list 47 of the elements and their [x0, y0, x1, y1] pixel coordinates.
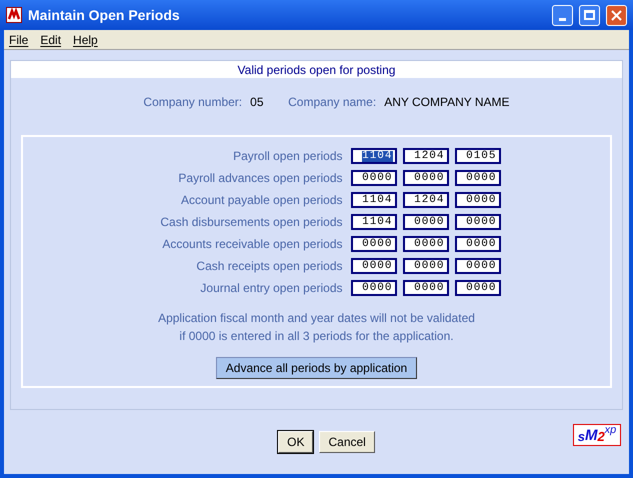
- period-field[interactable]: 0105: [454, 148, 500, 164]
- period-field[interactable]: 0000: [402, 214, 448, 230]
- period-field[interactable]: 0000: [350, 170, 396, 186]
- company-name: ANY COMPANY NAME: [384, 94, 510, 111]
- cancel-button[interactable]: Cancel: [319, 431, 375, 453]
- period-field[interactable]: 1204: [402, 192, 448, 208]
- menu-item[interactable]: Help: [73, 30, 98, 48]
- period-field[interactable]: 0000: [454, 258, 500, 274]
- period-field[interactable]: 1104: [350, 214, 396, 230]
- close-icon: [611, 10, 622, 20]
- period-label: Cash receipts open periods: [195, 258, 342, 275]
- company-number-label: Company number:: [143, 94, 242, 111]
- close-button[interactable]: [606, 4, 627, 26]
- note-text: if 0000 is entered in all 3 periods for the application.: [179, 328, 454, 345]
- company-name-label: Company name:: [288, 94, 376, 111]
- menu-item[interactable]: Edit: [40, 30, 62, 48]
- period-field[interactable]: 0000: [350, 258, 396, 274]
- period-label: Account payable open periods: [180, 192, 342, 209]
- period-field[interactable]: 0000: [402, 170, 448, 186]
- period-label: Cash disbursements open periods: [159, 214, 342, 231]
- period-field[interactable]: 0000: [454, 236, 500, 252]
- maximize-button[interactable]: [579, 4, 600, 26]
- period-field[interactable]: 0000: [402, 280, 448, 296]
- period-field[interactable]: 0000: [454, 170, 500, 186]
- period-label: Journal entry open periods: [199, 280, 342, 297]
- period-field[interactable]: 1104: [350, 148, 396, 164]
- minimize-button[interactable]: [552, 4, 573, 26]
- period-field[interactable]: 0000: [350, 236, 396, 252]
- menu-item[interactable]: File: [9, 30, 28, 48]
- advance-button[interactable]: Advance all periods by application: [216, 357, 418, 379]
- period-field[interactable]: 0000: [350, 280, 396, 296]
- period-field[interactable]: 0000: [402, 258, 448, 274]
- period-field[interactable]: 0000: [402, 236, 448, 252]
- app-icon: [6, 7, 22, 23]
- section-header: Valid periods open for posting: [11, 61, 622, 78]
- period-field[interactable]: 0000: [454, 214, 500, 230]
- ok-button[interactable]: OK: [278, 431, 314, 453]
- period-label: Payroll advances open periods: [177, 170, 342, 187]
- period-field[interactable]: 0000: [454, 280, 500, 296]
- note-text: Application fiscal month and year dates will not be validated: [158, 310, 475, 327]
- period-field[interactable]: 0000: [454, 192, 500, 208]
- period-field[interactable]: 1104: [350, 192, 396, 208]
- period-label: Accounts receivable open periods: [161, 236, 342, 253]
- company-number: 05: [250, 94, 264, 111]
- window-title: Maintain Open Periods: [28, 6, 181, 25]
- period-field[interactable]: 1204: [402, 148, 448, 164]
- period-label: Payroll open periods: [232, 148, 342, 165]
